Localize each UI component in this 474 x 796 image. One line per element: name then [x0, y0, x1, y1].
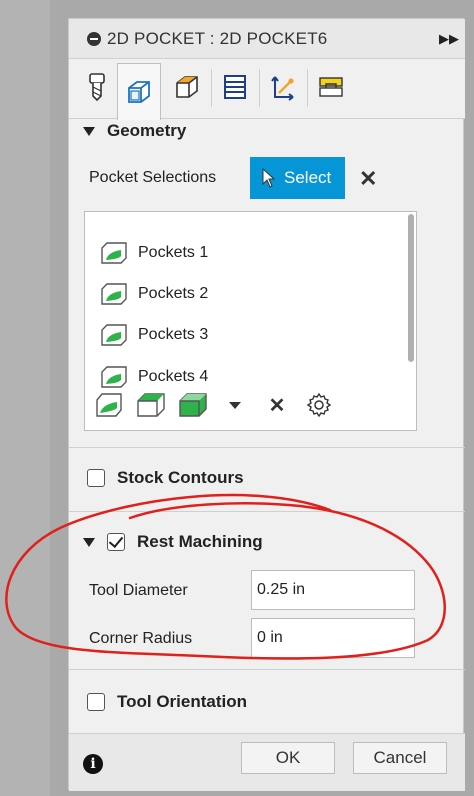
collapse-triangle-icon [83, 126, 95, 136]
dialog-titlebar[interactable]: 2D POCKET : 2D POCKET6 ▶▶ [69, 19, 465, 59]
geometry-icon [128, 81, 150, 103]
tool-diameter-label: Tool Diameter [89, 582, 188, 599]
heights-icon [176, 76, 198, 98]
pocket-face-icon [101, 366, 127, 388]
list-item[interactable]: Pockets 2 [101, 280, 208, 308]
corner-radius-field[interactable]: 0 in [251, 618, 415, 658]
tab-bar [69, 59, 465, 120]
rest-machining-checkbox[interactable] [107, 533, 125, 551]
rest-machining-header[interactable]: Rest Machining [83, 532, 263, 552]
geometry-section-header[interactable]: Geometry [83, 121, 186, 141]
tab-linking[interactable] [261, 65, 305, 109]
tool-orientation-row[interactable]: Tool Orientation [87, 692, 247, 712]
dialog-footer: i OK Cancel [69, 733, 465, 791]
tab-geometry[interactable] [117, 63, 161, 120]
list-item[interactable]: Pockets 1 [101, 239, 208, 267]
list-item[interactable]: Pockets 4 [101, 363, 208, 391]
pocket-face-icon [101, 324, 127, 346]
cancel-button[interactable]: Cancel [353, 742, 447, 774]
face-selection-icon[interactable] [95, 392, 123, 418]
collapse-triangle-icon [83, 537, 95, 547]
list-item-label: Pockets 1 [138, 244, 209, 261]
background-left [0, 0, 50, 796]
gear-icon[interactable] [305, 392, 333, 418]
list-item-label: Pockets 2 [138, 285, 209, 302]
pocket-face-icon [101, 242, 127, 264]
chain-selection-icon[interactable] [137, 392, 165, 418]
tool-icon [89, 73, 105, 102]
expand-icon[interactable]: ▶▶ [439, 31, 459, 47]
section-divider [69, 447, 465, 448]
stock-contours-label: Stock Contours [117, 468, 244, 487]
tool-orientation-checkbox[interactable] [87, 693, 105, 711]
post-process-icon [319, 77, 343, 97]
corner-radius-label: Corner Radius [89, 630, 193, 647]
pocket-selection-list[interactable]: Pockets 1 Pockets 2 Pockets 3 Pockets 4 [84, 211, 417, 431]
selection-tools: ✕ [95, 390, 347, 420]
tab-tool[interactable] [75, 65, 119, 109]
tab-separator [307, 69, 308, 107]
dropdown-arrow-icon[interactable] [221, 392, 249, 418]
tab-heights[interactable] [165, 65, 209, 109]
pocket-selections-label: Pocket Selections [89, 169, 217, 186]
info-icon[interactable]: i [83, 754, 103, 774]
pocket-dialog: 2D POCKET : 2D POCKET6 ▶▶ Geometry Pocke… [68, 18, 465, 791]
linking-icon [271, 76, 294, 101]
stock-contours-row[interactable]: Stock Contours [87, 468, 244, 488]
geometry-heading: Geometry [107, 121, 187, 140]
stock-contours-checkbox[interactable] [87, 469, 105, 487]
ok-button[interactable]: OK [241, 742, 335, 774]
collapse-icon[interactable] [87, 32, 101, 46]
section-divider [69, 511, 465, 512]
tab-separator [211, 69, 212, 107]
list-scrollbar[interactable] [408, 214, 414, 362]
cursor-icon [262, 168, 276, 188]
body-selection-icon[interactable] [179, 392, 207, 418]
remove-selection-icon[interactable]: ✕ [263, 392, 291, 418]
select-label: Select [284, 168, 332, 187]
tool-diameter-field[interactable]: 0.25 in [251, 570, 415, 610]
tool-orientation-label: Tool Orientation [117, 692, 248, 711]
tab-post-process[interactable] [309, 65, 353, 109]
list-item[interactable]: Pockets 3 [101, 321, 208, 349]
section-divider [69, 669, 465, 670]
list-item-label: Pockets 4 [138, 368, 209, 385]
tab-separator [259, 69, 260, 107]
passes-icon [224, 75, 246, 99]
rest-machining-label: Rest Machining [137, 532, 263, 551]
tab-passes[interactable] [213, 65, 257, 109]
select-button[interactable]: Select [250, 157, 345, 199]
dialog-title: 2D POCKET : 2D POCKET6 [107, 29, 328, 48]
clear-selection-icon[interactable]: ✕ [359, 166, 377, 192]
list-item-label: Pockets 3 [138, 326, 209, 343]
pocket-face-icon [101, 283, 127, 305]
